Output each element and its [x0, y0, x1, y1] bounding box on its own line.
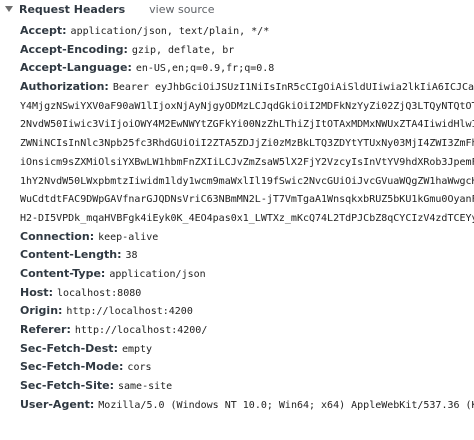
expand-triangle-icon[interactable]: [5, 6, 13, 12]
authorization-continuation-line: ZWNiNCIsInNlc3Npb25fc3RhdGUiOiI2ZTA5ZDJj…: [20, 134, 474, 153]
header-row-referer: Referer: http://localhost:4200/: [20, 321, 474, 340]
authorization-continuation-line: iOnsicm9sZXMiOlsiYXBwLW1hbmFnZXIiLCJvZmZ…: [20, 153, 474, 172]
header-value: Bearer eyJhbGciOiJSUzI1NiIsInR5cCIgOiAiS…: [112, 82, 474, 94]
header-value-continuation: Y4MjgzNSwiYXV0aF90aW1lIjoxNjAyNjgyODMzLC…: [20, 100, 474, 112]
header-name: Origin:: [20, 304, 63, 318]
header-value: application/json, text/plain, */*: [70, 26, 270, 37]
header-value: 38: [125, 250, 138, 262]
authorization-continuation-line: Y4MjgzNSwiYXV0aF90aW1lIjoxNjAyNjgyODMzLC…: [20, 97, 474, 116]
header-value-continuation: H2-DI5VPDk_mqaHVBFgk4iEyk0K_4EO4pas0x1_L…: [20, 212, 474, 224]
header-value-continuation: 2NvdW50Iiwic3ViIjoiOWY4M2EwNWYtZGFkYi00N…: [20, 119, 474, 131]
header-row-accept-encoding: Accept-Encoding: gzip, deflate, br: [20, 41, 474, 60]
header-value: application/json: [109, 268, 206, 280]
authorization-continuation-line: H2-DI5VPDk_mqaHVBFgk4iEyk0K_4EO4pas0x1_L…: [20, 209, 474, 228]
authorization-continuation-line: 2NvdW50Iiwic3ViIjoiOWY4M2EwNWYtZGFkYi00N…: [20, 115, 474, 134]
header-name: Connection:: [20, 229, 95, 243]
header-name: Sec-Fetch-Mode:: [20, 360, 124, 374]
header-value: http://localhost:4200/: [74, 325, 208, 336]
header-value-continuation: 1hY2NvdW50LWxpbmtzIiwidm1ldy1wcm9maWxlIl…: [20, 175, 474, 187]
header-value-continuation: ZWNiNCIsInNlc3Npb25fc3RhdGUiOiI2ZTA5ZDJj…: [20, 138, 474, 150]
header-value: cors: [127, 362, 152, 374]
header-row-accept: Accept: application/json, text/plain, */*: [20, 22, 474, 41]
header-value: Mozilla/5.0 (Windows NT 10.0; Win64; x64…: [98, 399, 474, 411]
header-name: Accept:: [20, 24, 67, 37]
header-row-sec-fetch-dest: Sec-Fetch-Dest: empty: [20, 340, 474, 359]
header-row-sec-fetch-site: Sec-Fetch-Site: same-site: [20, 377, 474, 396]
header-name: Host:: [20, 285, 53, 299]
view-source-link[interactable]: view source: [149, 3, 214, 16]
header-row-sec-fetch-mode: Sec-Fetch-Mode: cors: [20, 358, 474, 377]
header-name: Authorization:: [20, 80, 109, 94]
header-name: Content-Type:: [20, 266, 106, 280]
header-row-origin: Origin: http://localhost:4200: [20, 302, 474, 321]
header-row-connection: Connection: keep-alive: [20, 228, 474, 247]
header-value: en-US,en;q=0.9,fr;q=0.8: [135, 63, 275, 75]
authorization-continuation-line: 1hY2NvdW50LWxpbmtzIiwidm1ldy1wcm9maWxlIl…: [20, 172, 474, 191]
header-value: gzip, deflate, br: [131, 44, 235, 56]
header-name: Content-Length:: [20, 248, 122, 262]
authorization-continuation-line: WuCdtdtFAC9DWpGAVfnarGJQDNsVriC63NBmMN2L…: [20, 190, 474, 209]
section-title[interactable]: Request Headers: [19, 3, 125, 16]
header-value: localhost:8080: [56, 287, 142, 299]
header-name: Accept-Language:: [20, 61, 132, 75]
header-name: Sec-Fetch-Site:: [20, 379, 114, 393]
header-row-content-length: Content-Length: 38: [20, 246, 474, 265]
header-value: keep-alive: [98, 231, 159, 243]
header-name: Referer:: [20, 323, 71, 336]
header-name: Sec-Fetch-Dest:: [20, 341, 118, 355]
headers-list: Accept: application/json, text/plain, */*…: [20, 22, 474, 414]
request-headers-section-header[interactable]: Request Headers view source: [0, 0, 474, 18]
header-row-accept-language: Accept-Language: en-US,en;q=0.9,fr;q=0.8: [20, 59, 474, 78]
header-row-content-type: Content-Type: application/json: [20, 265, 474, 284]
header-value: empty: [121, 343, 153, 355]
header-row-authorization: Authorization: Bearer eyJhbGciOiJSUzI1NiI…: [20, 78, 474, 97]
header-name: Accept-Encoding:: [20, 42, 128, 56]
header-value-continuation: iOnsicm9sZXMiOlsiYXBwLW1hbmFnZXIiLCJvZmZ…: [20, 156, 474, 168]
header-value: same-site: [117, 381, 173, 393]
header-name: User-Agent:: [20, 397, 95, 411]
header-value: http://localhost:4200: [66, 306, 193, 318]
header-row-host: Host: localhost:8080: [20, 284, 474, 303]
header-value-continuation: WuCdtdtFAC9DWpGAVfnarGJQDNsVriC63NBmMN2L…: [20, 194, 474, 206]
header-row-user-agent: User-Agent: Mozilla/5.0 (Windows NT 10.0;…: [20, 396, 474, 415]
